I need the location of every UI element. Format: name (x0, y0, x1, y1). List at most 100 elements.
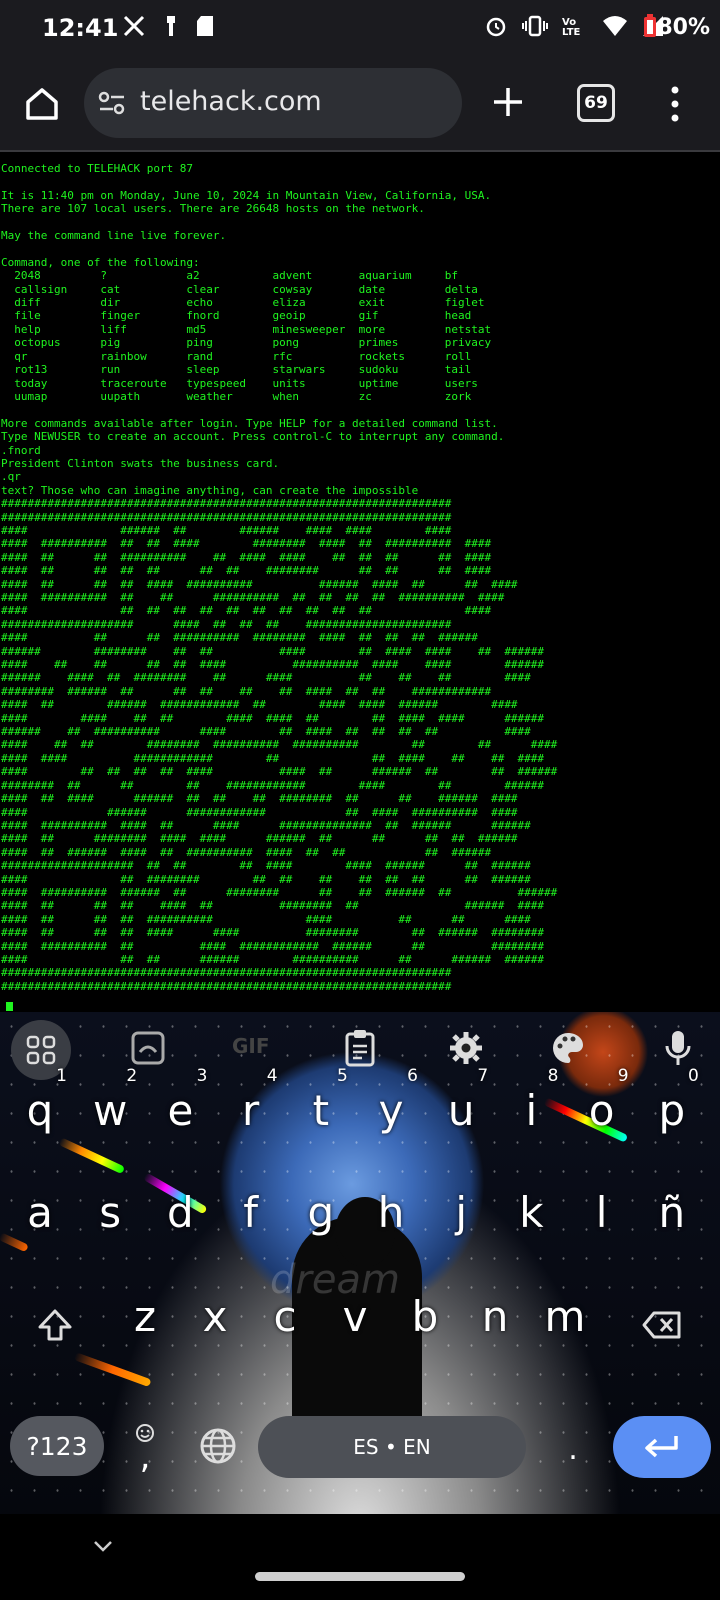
gif-button[interactable]: GIF (232, 1034, 270, 1058)
key-e[interactable]: e3 (155, 1066, 207, 1135)
key-label: r (241, 1086, 260, 1135)
key-number-hint: 9 (617, 1066, 629, 1086)
key-number-hint: 3 (196, 1066, 208, 1086)
key-z[interactable]: z (120, 1292, 170, 1341)
browser-toolbar: telehack.com 69 (0, 58, 720, 152)
home-icon (26, 88, 58, 120)
mic-icon (665, 1031, 691, 1065)
key-number-hint: 7 (477, 1066, 489, 1086)
key-number-hint: 6 (407, 1066, 418, 1086)
key-t[interactable]: t5 (296, 1066, 348, 1135)
enter-icon (645, 1436, 678, 1458)
vibrate-icon (522, 15, 548, 41)
key-number-hint: 8 (547, 1066, 559, 1086)
sticker-icon (131, 1031, 165, 1065)
telehack-terminal[interactable]: Connected to TELEHACK port 87 It is 11:4… (0, 162, 720, 1014)
key-label: f (243, 1188, 258, 1237)
voice-input-button[interactable] (656, 1026, 700, 1070)
shift-key[interactable] (32, 1302, 78, 1348)
status-time: 12:41 (42, 14, 119, 42)
key-l[interactable]: l (577, 1188, 627, 1237)
emoji-comma-key[interactable]: , (128, 1416, 162, 1478)
shift-icon (38, 1309, 72, 1341)
comma-label: , (139, 1437, 151, 1477)
key-q[interactable]: q1 (15, 1066, 67, 1135)
enter-key[interactable] (613, 1416, 711, 1478)
period-key[interactable]: . (558, 1432, 588, 1467)
terminal-output: Connected to TELEHACK port 87 It is 11:4… (1, 162, 558, 993)
key-label: g (307, 1188, 335, 1237)
system-nav-bar (0, 1514, 720, 1600)
key-number-hint: 5 (336, 1066, 348, 1086)
settings-icon (450, 1032, 482, 1064)
usb-icon (164, 14, 178, 42)
hide-keyboard-button[interactable] (92, 1538, 114, 1558)
key-b[interactable]: b (400, 1292, 450, 1341)
key-f[interactable]: f (226, 1188, 276, 1237)
key-i[interactable]: i8 (506, 1066, 559, 1135)
key-w[interactable]: w2 (85, 1066, 137, 1135)
space-bar[interactable]: ES • EN (258, 1416, 526, 1478)
symbols-key[interactable]: ?123 (10, 1416, 104, 1476)
plus-icon (494, 88, 522, 116)
key-d[interactable]: d (155, 1188, 205, 1237)
battery-icon (644, 14, 657, 37)
key-label: h (377, 1188, 405, 1237)
backspace-key[interactable] (636, 1304, 688, 1346)
key-p[interactable]: p0 (647, 1066, 698, 1135)
key-k[interactable]: k (506, 1188, 556, 1237)
key-j[interactable]: j (436, 1188, 486, 1237)
key-m[interactable]: m (540, 1292, 590, 1341)
key-v[interactable]: v (330, 1292, 380, 1341)
theme-button[interactable] (546, 1026, 590, 1070)
more-vert-icon (671, 86, 679, 122)
key-label: p (658, 1086, 686, 1135)
key-s[interactable]: s (85, 1188, 135, 1237)
key-label: i (525, 1086, 538, 1135)
key-label: y (378, 1086, 404, 1135)
backspace-icon (642, 1311, 681, 1339)
key-x[interactable]: x (190, 1292, 240, 1341)
key-o[interactable]: o9 (577, 1066, 629, 1135)
key-label: z (133, 1292, 157, 1341)
key-label: q (26, 1086, 54, 1135)
volte-icon: Vo LTE (562, 17, 581, 38)
key-u[interactable]: u7 (436, 1066, 488, 1135)
overflow-menu-button[interactable] (668, 82, 682, 126)
language-key[interactable] (196, 1424, 240, 1468)
key-ñ[interactable]: ñ (647, 1188, 697, 1237)
key-label: e (167, 1086, 194, 1135)
gesture-handle[interactable] (255, 1572, 465, 1581)
key-y[interactable]: y6 (366, 1066, 418, 1135)
key-label: ñ (658, 1188, 686, 1237)
tab-switcher-button[interactable]: 69 (577, 84, 615, 122)
clipboard-button[interactable] (338, 1026, 382, 1070)
key-label: w (93, 1086, 128, 1135)
soft-keyboard: dream GIF q1w2e3r4t5y6u7i8o9p0 asdfghjkl… (0, 1012, 720, 1514)
keyboard-toolbar: GIF (0, 1012, 720, 1084)
key-label: s (99, 1188, 122, 1237)
apps-grid-icon (26, 1035, 56, 1065)
url-text[interactable]: telehack.com (140, 86, 322, 117)
key-label: m (544, 1292, 586, 1341)
key-a[interactable]: a (15, 1188, 65, 1237)
address-bar[interactable]: telehack.com (84, 68, 462, 138)
clipboard-icon (345, 1030, 375, 1067)
key-label: n (481, 1292, 509, 1341)
key-label: v (342, 1292, 368, 1341)
key-label: o (588, 1086, 615, 1135)
new-tab-button[interactable] (488, 82, 528, 122)
key-h[interactable]: h (366, 1188, 416, 1237)
key-g[interactable]: g (296, 1188, 346, 1237)
key-c[interactable]: c (260, 1292, 310, 1341)
site-settings-icon[interactable] (98, 90, 126, 120)
key-label: c (273, 1292, 297, 1341)
sticker-button[interactable] (126, 1026, 170, 1070)
key-r[interactable]: r4 (226, 1066, 278, 1135)
key-number-hint: 2 (126, 1066, 138, 1086)
settings-button[interactable] (444, 1026, 488, 1070)
status-bar: 12:41 Vo LTE 80% (0, 0, 720, 58)
home-button[interactable] (20, 82, 64, 126)
chevron-down-icon (94, 1541, 112, 1552)
key-n[interactable]: n (470, 1292, 520, 1341)
